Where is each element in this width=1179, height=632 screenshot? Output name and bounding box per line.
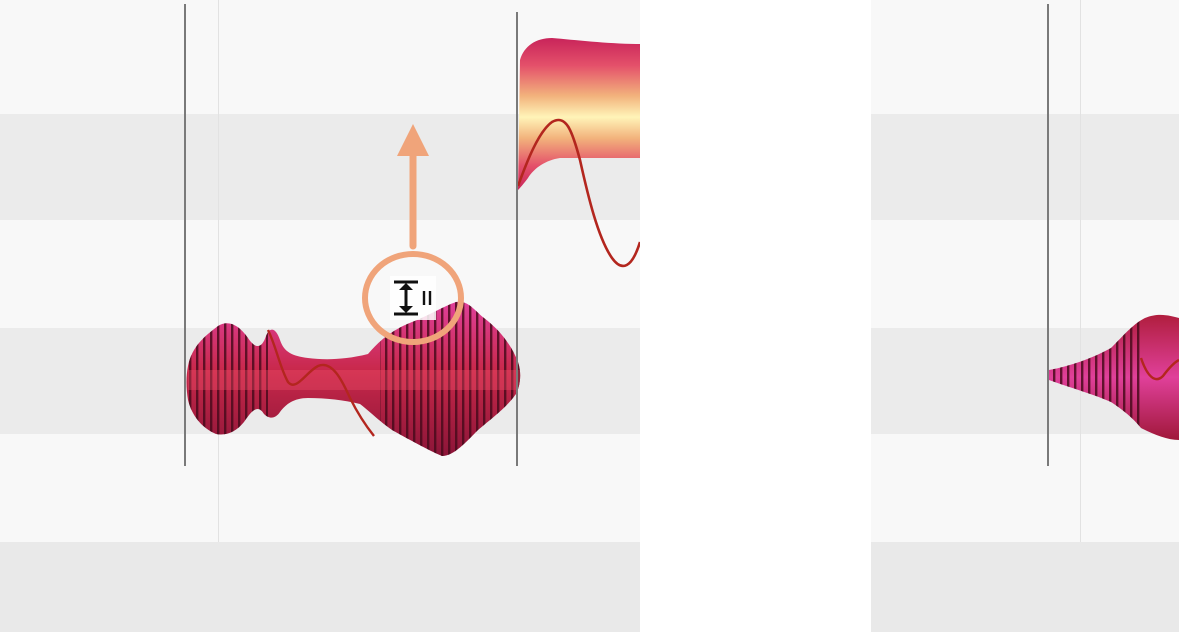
note-editor-left-pane[interactable] [0,0,640,632]
note-separator[interactable] [516,12,518,466]
note-editor-right-pane[interactable] [871,0,1179,632]
note-separator[interactable] [184,4,186,466]
notes-layer [1049,300,1179,450]
note-blob-top[interactable] [516,38,640,268]
note-separator[interactable] [1047,4,1049,466]
amplitude-tool-icon[interactable] [390,276,436,320]
note-blob-right[interactable] [1049,300,1179,450]
up-arrow-icon [397,124,429,250]
notes-layer [186,38,640,460]
note-editor-stage [0,0,1179,632]
note-blob-left[interactable] [186,300,523,460]
